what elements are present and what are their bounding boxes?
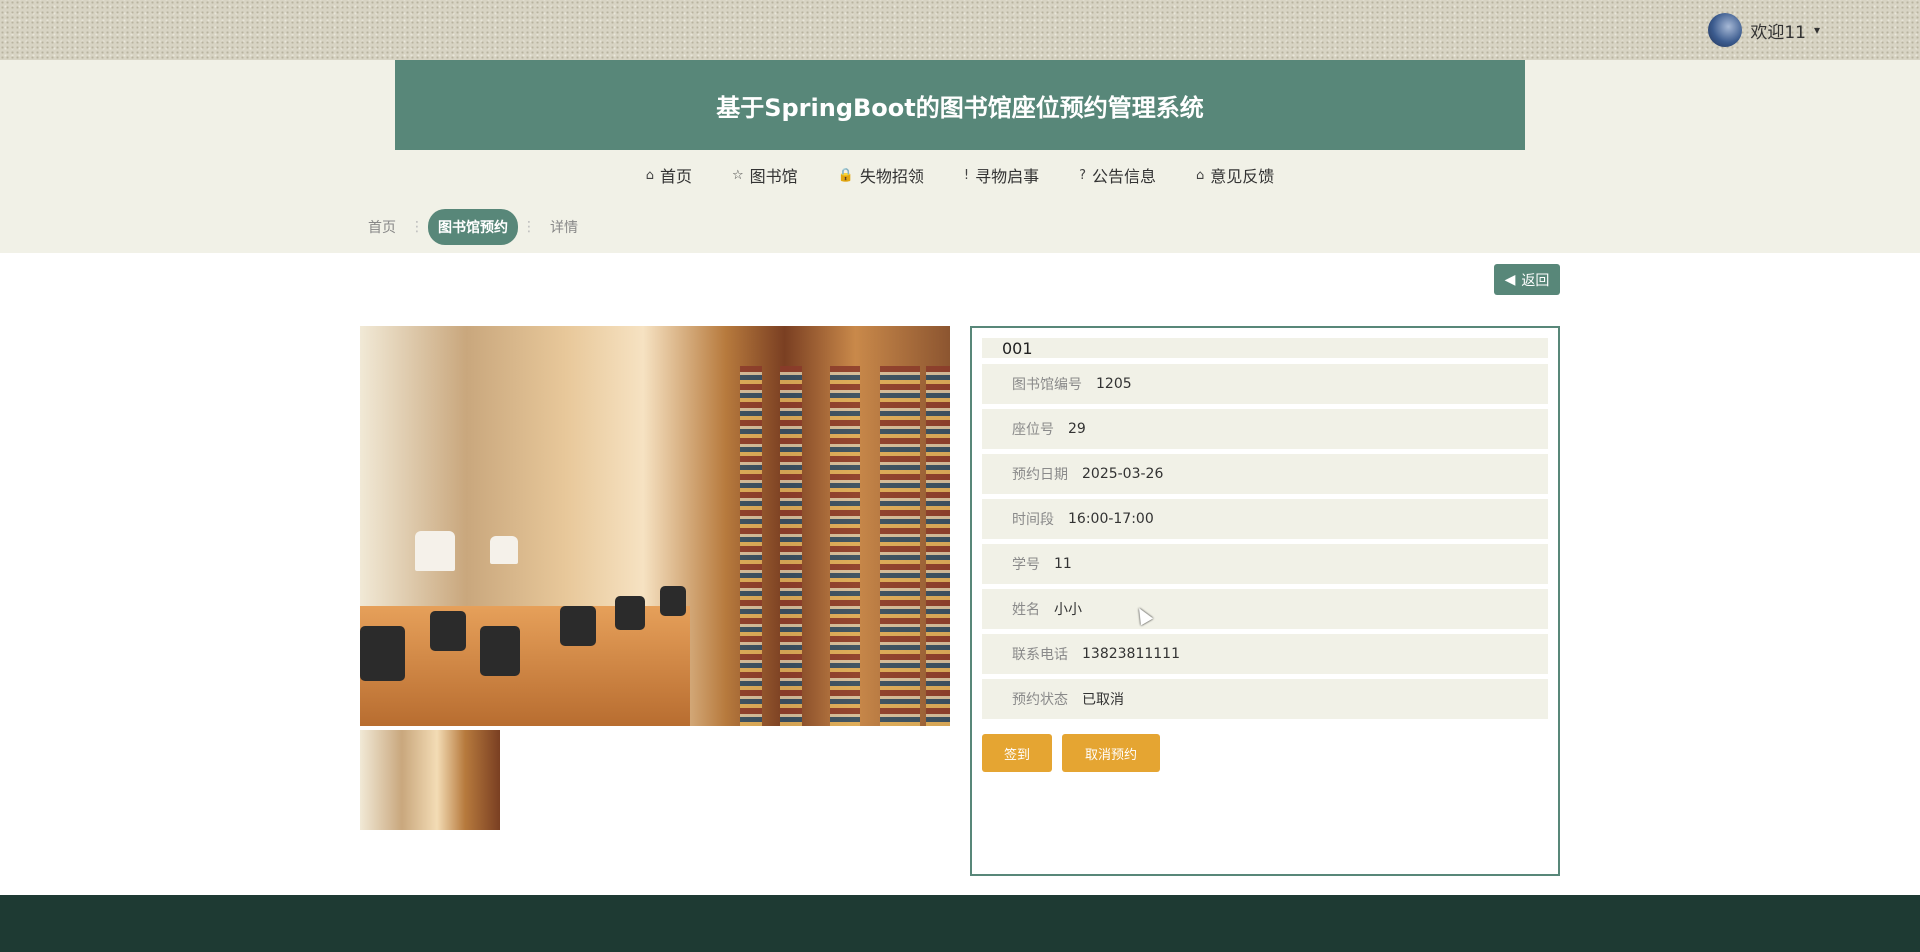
bookshelf [780,366,802,726]
field-label: 联系电话 [1012,647,1068,663]
bookshelf [926,366,950,726]
field-value: 已取消 [1082,692,1124,708]
detail-panel: 001 图书馆编号 1205 座位号 29 预约日期 2025-03-26 时间… [970,326,1560,876]
breadcrumb-separator: ⋮ [410,219,424,235]
lamp [490,536,518,564]
field-value: 29 [1068,421,1086,437]
chair [360,626,405,681]
exclamation-icon: ! [963,167,970,183]
lamp [415,531,455,571]
detail-row-status: 预约状态 已取消 [982,679,1548,719]
home-icon: ⌂ [645,167,654,183]
nav-item-feedback[interactable]: ⌂ 意见反馈 [1196,160,1274,190]
nav-item-label: 意见反馈 [1210,167,1275,186]
chair [660,586,686,616]
chevron-down-icon[interactable]: ▾ [1814,23,1820,37]
detail-row-name: 姓名 小小 [982,589,1548,629]
breadcrumb: 首页 ⋮ 图书馆预约 ⋮ 详情 [358,209,588,245]
top-bar: 欢迎11 ▾ [0,0,1920,60]
field-label: 座位号 [1012,422,1054,438]
sign-in-button[interactable]: 签到 [982,734,1052,772]
field-value: 1205 [1096,376,1132,392]
bookshelf [880,366,920,726]
main-nav: ⌂ 首页 ☆ 图书馆 🔒 失物招领 ! 寻物启事 ? 公告信息 ⌂ 意见反馈 [0,160,1920,190]
home-icon: ⌂ [1196,167,1205,183]
detail-row-date: 预约日期 2025-03-26 [982,454,1548,494]
breadcrumb-detail: 详情 [550,220,578,236]
field-label: 预约日期 [1012,467,1068,483]
field-value: 小小 [1054,602,1082,618]
breadcrumb-current[interactable]: 图书馆预约 [428,209,518,245]
nav-item-lost-found[interactable]: 🔒 失物招领 [838,160,924,190]
detail-row-student-id: 学号 11 [982,544,1548,584]
field-value: 16:00-17:00 [1068,511,1154,527]
user-menu[interactable]: 欢迎11 ▾ [1708,13,1820,47]
detail-row-seat: 座位号 29 [982,409,1548,449]
field-value: 11 [1054,556,1072,572]
field-value: 13823811111 [1082,646,1180,662]
chair [480,626,520,676]
field-value: 2025-03-26 [1082,466,1164,482]
welcome-text[interactable]: 欢迎11 [1750,18,1806,43]
chair [560,606,596,646]
nav-item-announcements[interactable]: ? 公告信息 [1079,160,1156,190]
nav-item-label: 寻物启事 [975,167,1040,186]
nav-item-library[interactable]: ☆ 图书馆 [732,160,798,190]
site-title: 基于SpringBoot的图书馆座位预约管理系统 [395,60,1525,150]
detail-row-time: 时间段 16:00-17:00 [982,499,1548,539]
field-label: 学号 [1012,557,1040,573]
cancel-reservation-button[interactable]: 取消预约 [1062,734,1160,772]
detail-title: 001 [982,338,1548,358]
back-button-label: 返回 [1521,272,1550,289]
site-title-text: 基于SpringBoot的图书馆座位预约管理系统 [716,93,1204,122]
chair [430,611,466,651]
avatar[interactable] [1708,13,1743,47]
nav-item-home[interactable]: ⌂ 首页 [646,160,692,190]
thumbnail-image[interactable] [360,730,500,830]
bookshelf [830,366,860,726]
nav-item-lost-notice[interactable]: ! 寻物启事 [964,160,1039,190]
breadcrumb-home[interactable]: 首页 [358,217,406,237]
library-photo [360,326,950,726]
nav-item-label: 公告信息 [1092,167,1157,186]
lock-icon: 🔒 [837,167,854,183]
question-icon: ? [1079,167,1086,183]
field-label: 图书馆编号 [1012,377,1082,393]
nav-item-label: 失物招领 [859,167,924,186]
field-label: 时间段 [1012,512,1054,528]
chair [615,596,645,630]
detail-row-library-id: 图书馆编号 1205 [982,364,1548,404]
nav-item-label: 首页 [659,167,692,186]
field-label: 预约状态 [1012,692,1068,708]
breadcrumb-separator: ⋮ [522,219,536,235]
footer [0,895,1920,952]
back-button[interactable]: ◀ 返回 [1494,264,1560,295]
field-label: 姓名 [1012,602,1040,618]
bookshelf [740,366,762,726]
detail-row-phone: 联系电话 13823811111 [982,634,1548,674]
star-icon: ☆ [731,167,744,183]
nav-item-label: 图书馆 [749,167,798,186]
caret-left-icon: ◀ [1504,271,1516,288]
